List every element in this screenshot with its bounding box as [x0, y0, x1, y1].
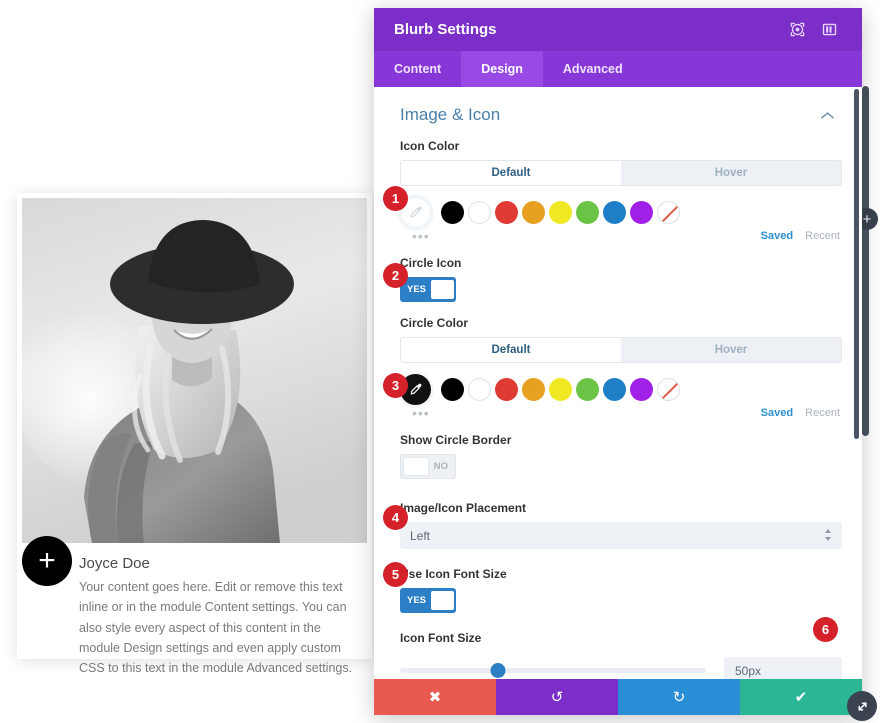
circle-color-saved-tab[interactable]: Saved — [761, 407, 793, 419]
field-use-icon-font-size: Use Icon Font Size YES — [400, 567, 842, 613]
cancel-button[interactable]: ✖ — [374, 679, 496, 715]
use-icon-font-size-toggle-knob — [431, 591, 454, 610]
circle-color-label: Circle Color — [400, 316, 469, 330]
circle-color-state-toggle[interactable]: Default Hover — [400, 337, 842, 363]
icon-font-size-label: Icon Font Size — [400, 631, 482, 645]
swatch-black[interactable] — [441, 200, 464, 224]
modal-scrollbar[interactable] — [854, 89, 859, 439]
modal-titlebar: Blurb Settings — [374, 8, 862, 51]
swatch-blue[interactable] — [603, 200, 626, 224]
swatch-orange[interactable] — [522, 377, 545, 401]
modal-content: Image & Icon Icon Color Default Hover ••… — [374, 87, 862, 679]
circle-icon-label: Circle Icon — [400, 256, 462, 270]
swatch-none[interactable] — [657, 200, 680, 224]
swatch-red[interactable] — [495, 200, 518, 224]
swatch-black[interactable] — [441, 377, 464, 401]
blurb-title: Joyce Doe — [79, 555, 150, 572]
icon-color-label: Icon Color — [400, 139, 460, 153]
field-show-circle-border: Show Circle Border NO — [400, 433, 842, 481]
icon-color-state-toggle[interactable]: Default Hover — [400, 160, 842, 186]
circle-icon-toggle-knob — [431, 280, 454, 299]
image-icon-placement-label: Image/Icon Placement — [400, 501, 527, 515]
swatch-white[interactable] — [468, 377, 491, 401]
circle-color-more-icon[interactable]: ••• — [400, 405, 430, 421]
step-badge-4: 4 — [383, 505, 408, 530]
blurb-settings-modal: Blurb Settings Content Design Advanced I… — [374, 8, 862, 715]
swatch-yellow[interactable] — [549, 377, 572, 401]
circle-color-hover-tab[interactable]: Hover — [621, 338, 841, 362]
modal-tabs: Content Design Advanced — [374, 51, 862, 87]
icon-font-size-slider-handle[interactable] — [490, 663, 506, 678]
target-icon[interactable] — [784, 17, 810, 43]
swatch-green[interactable] — [576, 200, 599, 224]
image-icon-placement-value: Left — [410, 528, 431, 543]
swatch-orange[interactable] — [522, 200, 545, 224]
icon-color-palette-tabs: Saved Recent — [761, 230, 840, 242]
circle-color-swatch-meta: ••• Saved Recent — [400, 405, 842, 421]
use-icon-font-size-toggle-value: YES — [407, 595, 427, 606]
swatch-white[interactable] — [468, 200, 491, 224]
circle-color-palette-tabs: Saved Recent — [761, 407, 840, 419]
field-image-icon-placement: Image/Icon Placement Left — [400, 501, 842, 549]
image-icon-placement-select[interactable]: Left — [400, 522, 842, 549]
step-badge-1: 1 — [383, 186, 408, 211]
save-button[interactable]: ✔ — [740, 679, 862, 715]
step-badge-6: 6 — [813, 617, 838, 642]
blurb-photo — [22, 198, 367, 543]
step-badge-2: 2 — [383, 263, 408, 288]
icon-font-size-slider[interactable] — [400, 663, 706, 678]
modal-footer: ✖ ↺ ↻ ✔ — [374, 679, 862, 715]
icon-font-size-control: 50px — [400, 657, 842, 679]
blurb-module-card[interactable]: Joyce Doe Your content goes here. Edit o… — [17, 193, 372, 675]
icon-color-swatch-meta: ••• Saved Recent — [400, 228, 842, 244]
swatch-green[interactable] — [576, 377, 599, 401]
tab-design[interactable]: Design — [461, 51, 543, 87]
swatch-purple[interactable] — [630, 200, 653, 224]
section-header-image-icon[interactable]: Image & Icon — [400, 101, 842, 139]
page-scrollbar[interactable] — [862, 86, 869, 436]
circle-color-recent-tab[interactable]: Recent — [805, 407, 840, 419]
select-stepper-icon[interactable] — [824, 528, 832, 544]
use-icon-font-size-toggle[interactable]: YES — [400, 588, 456, 613]
modal-scroll-area: Image & Icon Icon Color Default Hover ••… — [374, 87, 862, 679]
icon-color-default-tab[interactable]: Default — [401, 161, 621, 185]
swatch-blue[interactable] — [603, 377, 626, 401]
layout-panel-icon[interactable] — [816, 17, 842, 43]
circle-icon-toggle[interactable]: YES — [400, 277, 456, 302]
circle-color-default-tab[interactable]: Default — [401, 338, 621, 362]
blurb-description: Your content goes here. Edit or remove t… — [79, 580, 353, 675]
show-circle-border-toggle[interactable]: NO — [400, 454, 456, 479]
circle-color-swatches — [400, 373, 842, 405]
show-circle-border-label: Show Circle Border — [400, 433, 512, 447]
use-icon-font-size-label: Use Icon Font Size — [400, 567, 507, 581]
modal-title: Blurb Settings — [394, 21, 497, 38]
icon-color-recent-tab[interactable]: Recent — [805, 230, 840, 242]
circle-icon-toggle-value: YES — [407, 284, 427, 295]
field-circle-color: Circle Color Default Hover ••• Saved Rec… — [400, 316, 842, 421]
section-title: Image & Icon — [400, 105, 501, 124]
swatch-purple[interactable] — [630, 377, 653, 401]
swatch-none[interactable] — [657, 377, 680, 401]
step-badge-5: 5 — [383, 562, 408, 587]
icon-font-size-input[interactable]: 50px — [724, 657, 842, 679]
field-icon-font-size: Icon Font Size 50px — [400, 631, 842, 679]
show-circle-border-toggle-value: NO — [433, 461, 448, 472]
icon-color-swatches — [400, 196, 842, 228]
swatch-red[interactable] — [495, 377, 518, 401]
tab-advanced[interactable]: Advanced — [543, 51, 643, 87]
redo-button[interactable]: ↻ — [618, 679, 740, 715]
field-icon-color: Icon Color Default Hover ••• Saved Recen… — [400, 139, 842, 244]
blurb-plus-icon[interactable]: + — [22, 536, 72, 586]
show-circle-border-toggle-knob — [403, 457, 429, 476]
swatch-yellow[interactable] — [549, 200, 572, 224]
chevron-up-icon[interactable] — [821, 108, 834, 123]
field-circle-icon: Circle Icon YES — [400, 256, 842, 302]
undo-button[interactable]: ↺ — [496, 679, 618, 715]
tab-content[interactable]: Content — [374, 51, 461, 87]
icon-color-hover-tab[interactable]: Hover — [621, 161, 841, 185]
resize-handle-icon[interactable] — [847, 691, 877, 721]
icon-color-more-icon[interactable]: ••• — [400, 228, 430, 244]
step-badge-3: 3 — [383, 373, 408, 398]
icon-color-saved-tab[interactable]: Saved — [761, 230, 793, 242]
